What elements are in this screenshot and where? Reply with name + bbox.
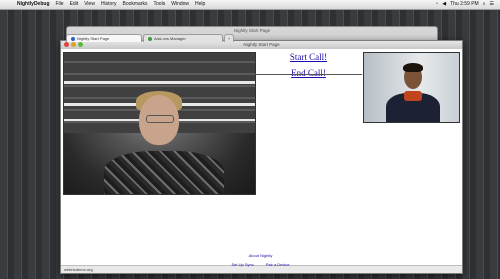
search-icon[interactable]: ⌕ xyxy=(481,0,488,9)
menu-help[interactable]: Help xyxy=(192,0,208,9)
menu-bar: NightlyDebug File Edit View History Book… xyxy=(0,0,500,10)
background-window-title: Nightly Start Page xyxy=(233,28,271,33)
clock[interactable]: Thu 2:59 PM xyxy=(448,0,481,9)
window-title: Nightly Start Page xyxy=(243,42,280,47)
pair-device-link[interactable]: Pair a Device xyxy=(266,262,290,267)
local-video xyxy=(363,52,460,123)
menu-extras: ◔ ◀ Thu 2:59 PM ⌕ ☰ xyxy=(433,0,500,9)
list-icon[interactable]: ☰ xyxy=(488,0,496,9)
volume-icon[interactable]: ◀ xyxy=(440,0,448,9)
menu-tools[interactable]: Tools xyxy=(151,0,169,9)
menu-bookmarks[interactable]: Bookmarks xyxy=(120,0,151,9)
set-up-sync-link[interactable]: Set Up Sync xyxy=(231,262,253,267)
menu-app-name[interactable]: NightlyDebug xyxy=(14,0,53,9)
remote-video xyxy=(63,52,256,195)
browser-window: Nightly Start Page Start Call! End Call!… xyxy=(60,40,463,274)
video-person-collar xyxy=(404,91,422,101)
new-tab-button[interactable]: + xyxy=(224,34,234,42)
menu-view[interactable]: View xyxy=(81,0,98,9)
about-link[interactable]: About Nightly xyxy=(60,253,461,258)
video-light xyxy=(64,81,255,84)
tab-strip: Nightly Start Page Add-ons Manager + xyxy=(66,34,235,42)
footer-links: Set Up Sync Pair a Device xyxy=(60,262,461,267)
end-call-link[interactable]: End Call! xyxy=(291,68,326,78)
tab-nightly-start-page[interactable]: Nightly Start Page xyxy=(66,34,142,42)
video-person-glasses xyxy=(146,115,174,123)
menu-history[interactable]: History xyxy=(98,0,120,9)
tab-addons-manager[interactable]: Add-ons Manager xyxy=(143,34,223,42)
wifi-icon[interactable]: ◔ xyxy=(433,0,440,9)
page-content: Start Call! End Call! webrtcdemo.org xyxy=(61,49,462,273)
tab-label: Add-ons Manager xyxy=(154,36,186,41)
start-call-link[interactable]: Start Call! xyxy=(290,52,327,62)
puzzle-icon xyxy=(148,36,152,41)
video-person-hair xyxy=(403,63,423,72)
title-bar[interactable]: Nightly Start Page xyxy=(61,41,462,49)
video-person-body xyxy=(104,151,224,194)
menu-edit[interactable]: Edit xyxy=(67,0,82,9)
menu-file[interactable]: File xyxy=(53,0,67,9)
tab-label: Nightly Start Page xyxy=(77,36,110,41)
divider xyxy=(254,74,362,75)
nightly-icon xyxy=(71,36,75,41)
menu-window[interactable]: Window xyxy=(168,0,192,9)
